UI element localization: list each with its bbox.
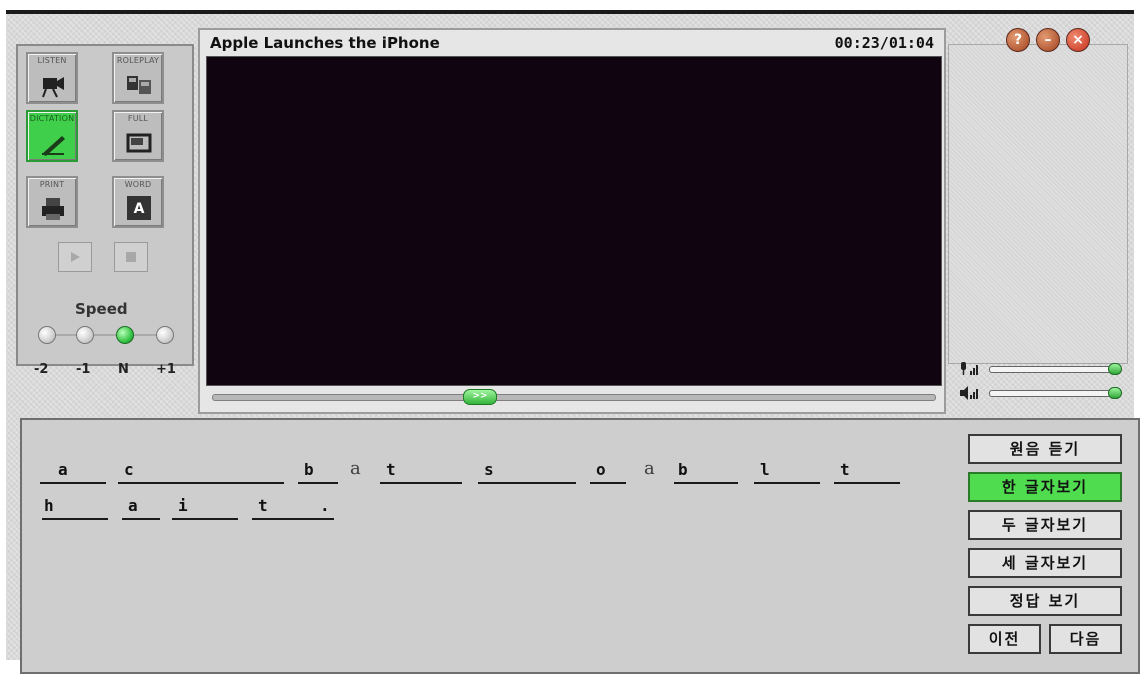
full-button[interactable]: FULL	[112, 110, 164, 162]
dictation-label: DICTATION	[29, 114, 75, 123]
speaker-icon	[960, 386, 978, 400]
close-icon: ×	[1072, 32, 1084, 48]
dictation-blank[interactable]: t.	[252, 492, 334, 520]
speed-label-normal: N	[118, 362, 129, 377]
previous-button[interactable]: 이전	[968, 624, 1041, 654]
speed-option-minus1[interactable]	[76, 326, 94, 344]
mic-volume-slider[interactable]	[989, 363, 1122, 375]
dictation-blank[interactable]: c	[118, 456, 284, 484]
dictation-blank[interactable]: t	[380, 456, 462, 484]
speed-title: Speed	[75, 300, 128, 318]
speed-option-plus1[interactable]	[156, 326, 174, 344]
dictation-letter: a	[350, 458, 361, 479]
app-frame: LISTEN ROLEPLAY DICTATION FULL PRINT WOR…	[6, 10, 1140, 674]
speed-label-plus1: +1	[156, 362, 176, 377]
dictation-blank[interactable]: l	[754, 456, 820, 484]
video-time: 00:23/01:04	[834, 34, 934, 52]
stop-button[interactable]	[114, 242, 148, 272]
print-button[interactable]: PRINT	[26, 176, 78, 228]
minimize-button[interactable]: –	[1036, 28, 1060, 52]
seek-bar[interactable]: >>	[212, 389, 936, 405]
close-button[interactable]: ×	[1066, 28, 1090, 52]
listen-button[interactable]: LISTEN	[26, 52, 78, 104]
dictation-blank[interactable]: i	[172, 492, 238, 520]
dictation-blank[interactable]: t	[834, 456, 900, 484]
play-button[interactable]	[58, 242, 92, 272]
speed-label-minus1: -1	[76, 362, 91, 377]
dictation-blank[interactable]: a	[40, 456, 106, 484]
minimize-icon: –	[1044, 32, 1052, 48]
original-audio-button[interactable]: 원음 듣기	[968, 434, 1122, 464]
print-label: PRINT	[39, 180, 65, 189]
help-icon: ?	[1013, 32, 1023, 48]
dictation-blank[interactable]: h	[42, 492, 108, 520]
word-book-icon: A	[127, 196, 151, 220]
video-screen[interactable]	[206, 56, 942, 386]
seek-handle[interactable]: >>	[463, 389, 497, 405]
video-title: Apple Launches the iPhone	[210, 34, 440, 52]
speed-track	[46, 334, 166, 336]
dictation-blank[interactable]: b	[298, 456, 338, 484]
word-button[interactable]: WORD A	[112, 176, 164, 228]
printer-icon	[42, 198, 64, 220]
next-button[interactable]: 다음	[1049, 624, 1122, 654]
video-camera-icon	[42, 77, 64, 98]
speaker-volume-row	[959, 386, 1137, 400]
three-letter-hint-button[interactable]: 세 글자보기	[968, 548, 1122, 578]
dictation-button[interactable]: DICTATION	[26, 110, 78, 162]
right-panel	[948, 44, 1128, 364]
show-answer-button[interactable]: 정답 보기	[968, 586, 1122, 616]
stop-icon	[126, 252, 136, 262]
dictation-blank[interactable]: a	[122, 492, 160, 520]
listen-label: LISTEN	[37, 56, 67, 65]
speed-option-minus2[interactable]	[38, 326, 56, 344]
video-window: Apple Launches the iPhone 00:23/01:04 >>	[198, 28, 946, 414]
pencil-icon	[42, 136, 65, 156]
roleplay-button[interactable]: ROLEPLAY	[112, 52, 164, 104]
speed-option-normal[interactable]	[116, 326, 134, 344]
one-letter-hint-button[interactable]: 한 글자보기	[968, 472, 1122, 502]
word-icon-letter: A	[133, 201, 145, 217]
word-label: WORD	[124, 180, 152, 189]
microphone-icon	[961, 362, 978, 375]
mic-volume-row	[959, 362, 1137, 376]
speaker-volume-knob[interactable]	[1108, 387, 1122, 399]
mode-panel: LISTEN ROLEPLAY DICTATION FULL PRINT WOR…	[16, 44, 194, 377]
two-letter-hint-button[interactable]: 두 글자보기	[968, 510, 1122, 540]
speed-label-minus2: -2	[34, 362, 49, 377]
roleplay-label: ROLEPLAY	[116, 56, 160, 65]
dictation-blank[interactable]: o	[590, 456, 626, 484]
mic-volume-knob[interactable]	[1108, 363, 1122, 375]
fullscreen-icon	[126, 133, 152, 153]
roleplay-icon	[127, 76, 151, 94]
dictation-letter: a	[644, 458, 655, 479]
play-icon	[71, 252, 80, 262]
dictation-blank[interactable]: s	[478, 456, 576, 484]
full-label: FULL	[127, 114, 149, 123]
dictation-blank[interactable]: b	[674, 456, 738, 484]
help-button[interactable]: ?	[1006, 28, 1030, 52]
speaker-volume-slider[interactable]	[989, 387, 1122, 399]
